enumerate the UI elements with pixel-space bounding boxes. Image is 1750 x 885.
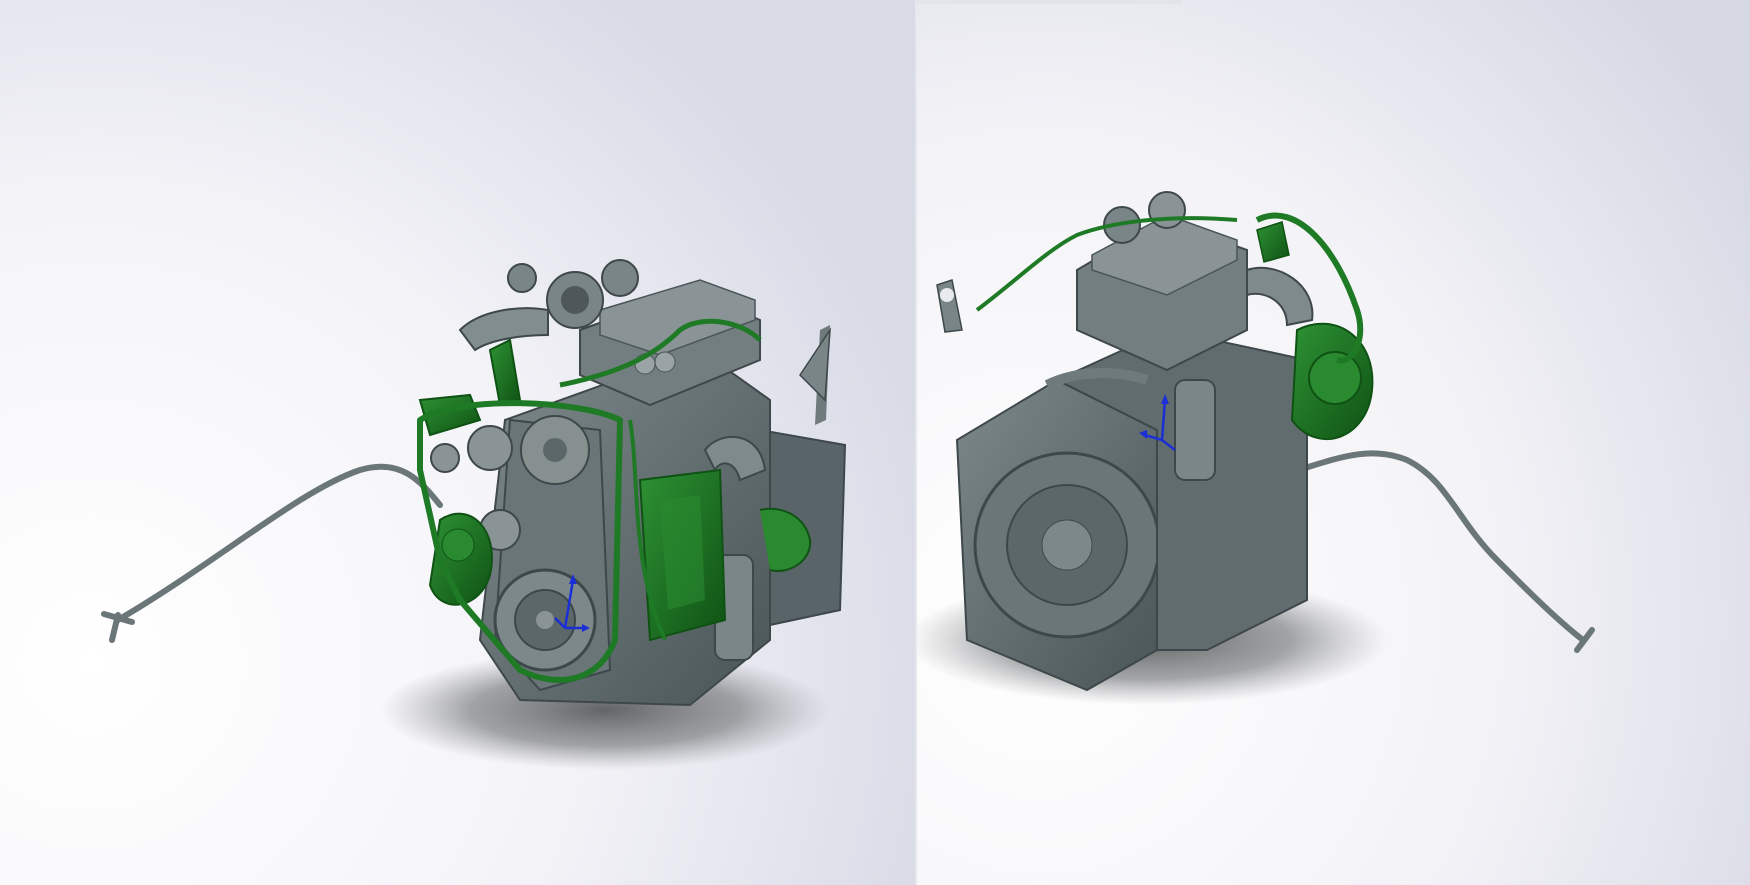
right-view-canvas xyxy=(917,0,1750,885)
viewport-right[interactable] xyxy=(917,0,1750,885)
graphics-area[interactable] xyxy=(0,0,1750,885)
left-view-canvas xyxy=(0,0,915,885)
viewport-top-indicator xyxy=(917,0,1182,4)
viewport-left[interactable] xyxy=(0,0,915,885)
